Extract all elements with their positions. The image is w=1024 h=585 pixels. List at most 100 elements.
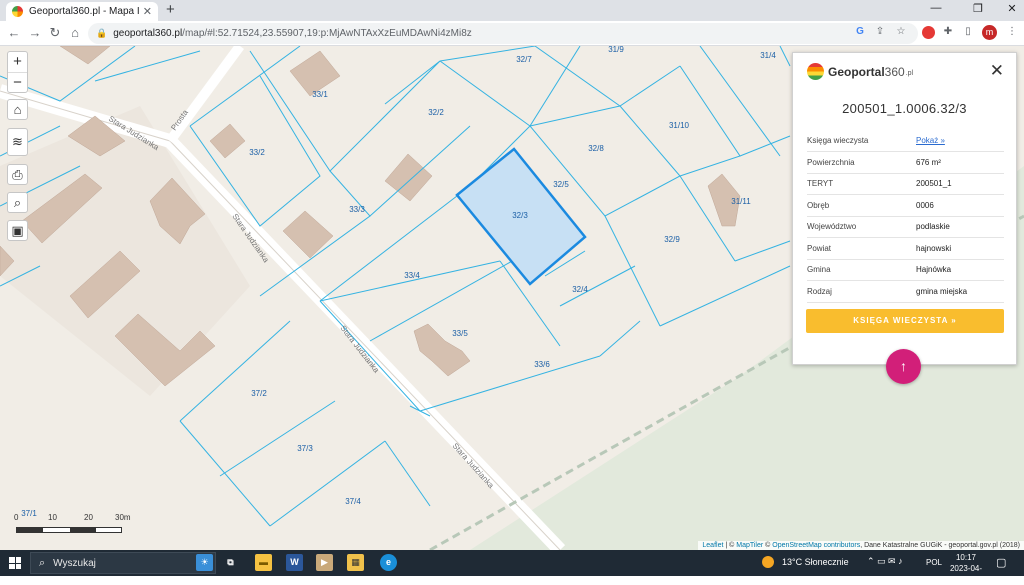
store-app-icon[interactable]: ▦: [347, 554, 364, 571]
parcel-info-panel: Geoportal 360 .pl ✕ 200501_1.0006.32/3 Ksi…: [792, 52, 1017, 365]
scale-label: 20: [84, 513, 93, 522]
parcel-label: 33/4: [404, 271, 420, 280]
fullscreen-icon: ▣: [11, 223, 24, 238]
google-translate-icon[interactable]: G: [852, 24, 868, 40]
parcel-label: 33/1: [312, 90, 328, 99]
layers-button[interactable]: ≋: [7, 128, 28, 156]
clock-date: 2023-04-20: [949, 564, 983, 584]
parcel-label: 37/2: [251, 389, 267, 398]
parcel-label: 37/4: [345, 497, 361, 506]
bookmark-star-icon[interactable]: ☆: [893, 24, 909, 40]
parcel-label: 32/3: [512, 211, 528, 220]
attr-label: TERYT: [807, 173, 916, 195]
parcel-label: 32/5: [553, 180, 569, 189]
table-row: Księga wieczysta Pokaż »: [807, 130, 1004, 152]
scale-label: 10: [48, 513, 57, 522]
land-register-link[interactable]: Pokaż »: [916, 136, 945, 145]
edge-icon[interactable]: e: [380, 554, 397, 571]
attr-value: 200501_1: [916, 173, 1004, 195]
land-register-button[interactable]: KSIĘGA WIECZYSTA »: [806, 309, 1004, 333]
maptiler-link[interactable]: MapTiler: [736, 542, 763, 549]
yard-area: [0, 106, 250, 396]
parcel-label: 33/6: [534, 360, 550, 369]
profile-avatar[interactable]: m: [982, 25, 997, 40]
windows-taskbar: ⌕ Wyszukaj ☀ ⧉ ▬ W ▶ ▦ e 13°C Słonecznie…: [0, 550, 1024, 584]
weather-text: 13°C Słonecznie: [782, 557, 849, 567]
share-icon[interactable]: ⇪: [872, 24, 888, 40]
table-row: TERYT 200501_1: [807, 173, 1004, 195]
forward-icon[interactable]: →: [27, 25, 43, 41]
table-row: Obręb 0006: [807, 194, 1004, 217]
parcel-id-heading: 200501_1.0006.32/3: [842, 101, 967, 116]
attr-label: Powierzchnia: [807, 151, 916, 174]
parcel-label: 33/5: [452, 329, 468, 338]
fullscreen-button[interactable]: ▣: [7, 220, 28, 241]
scale-graphic: [16, 527, 122, 533]
url-path: /map/#l:52.71524,23.55907,19:p:MjAwNTAxX…: [182, 28, 472, 39]
attr-label: Obręb: [807, 194, 916, 217]
home-icon[interactable]: ⌂: [67, 25, 83, 41]
search-icon: ⌕: [39, 556, 46, 569]
zoom-out-button[interactable]: −: [8, 72, 27, 92]
attr-label: Gmina: [807, 259, 916, 281]
taskbar-clock[interactable]: 10:17 2023-04-20: [946, 552, 986, 585]
taskbar-search[interactable]: ⌕ Wyszukaj: [30, 552, 216, 574]
notification-icon[interactable]: ▢: [996, 556, 1006, 569]
browser-tab[interactable]: Geoportal360.pl - Mapa Interakt ✕: [6, 2, 158, 21]
opera-extension-icon[interactable]: [922, 26, 935, 39]
tab-close-icon[interactable]: ✕: [143, 5, 152, 18]
windows-start-icon[interactable]: [9, 557, 21, 569]
zoom-in-button[interactable]: +: [8, 52, 27, 72]
attr-value: gmina miejska: [916, 280, 1004, 303]
sun-icon: [762, 556, 774, 568]
taskbar-widget-icon[interactable]: ☀: [196, 554, 213, 571]
parcel-label: 31/4: [760, 51, 776, 60]
parcel-label: 31/11: [731, 197, 751, 206]
attr-value: 676 m²: [916, 151, 1004, 174]
system-tray-icons[interactable]: ⌃ ▭ ✉ ♪: [867, 556, 903, 567]
minimize-icon[interactable]: —: [926, 2, 946, 14]
table-row: Rodzaj gmina miejska: [807, 280, 1004, 303]
parcel-attributes-table: Księga wieczysta Pokaż » Powierzchnia 676 …: [807, 130, 1004, 303]
tab-title: Geoportal360.pl - Mapa Interakt: [29, 6, 139, 17]
table-row: Gmina Hajnówka: [807, 259, 1004, 281]
menu-kebab-icon[interactable]: ⋮: [1004, 24, 1020, 40]
window-close-icon[interactable]: ✕: [1002, 2, 1022, 15]
browser-tabbar: Geoportal360.pl - Mapa Interakt ✕ + — ❐ …: [0, 0, 1024, 21]
printer-icon: ⎙: [12, 167, 23, 182]
restore-icon[interactable]: ❐: [968, 2, 988, 15]
close-panel-icon[interactable]: ✕: [990, 61, 1004, 81]
scale-bar: 0 10 20 30m: [14, 513, 154, 543]
table-row: Powierzchnia 676 m²: [807, 151, 1004, 174]
file-explorer-icon[interactable]: ▬: [255, 554, 272, 571]
geoportal-logo-icon: [807, 63, 824, 80]
browser-toolbar: ← → ↻ ⌂ 🔒 geoportal360.pl /map/#l:52.715…: [0, 21, 1024, 46]
search-button[interactable]: ⌕: [7, 192, 28, 213]
leaflet-link[interactable]: Leaflet: [702, 542, 723, 549]
new-tab-button[interactable]: +: [166, 2, 175, 18]
language-indicator[interactable]: POL: [926, 558, 942, 567]
table-row: Województwo podlaskie: [807, 216, 1004, 238]
geoportal-logo[interactable]: Geoportal 360 .pl: [807, 63, 913, 80]
print-button[interactable]: ⎙: [7, 164, 28, 185]
search-placeholder: Wyszukaj: [53, 557, 96, 569]
parcel-label: 32/4: [572, 285, 588, 294]
attr-value: Hajnówka: [916, 259, 1004, 281]
home-view-button[interactable]: ⌂: [7, 99, 28, 120]
side-panel-icon[interactable]: ▯: [960, 24, 976, 40]
address-bar[interactable]: 🔒 geoportal360.pl /map/#l:52.71524,23.55…: [88, 23, 918, 44]
task-view-icon[interactable]: ⧉: [222, 554, 239, 571]
back-icon[interactable]: ←: [6, 25, 22, 41]
scale-label: 30m: [115, 513, 131, 522]
extensions-puzzle-icon[interactable]: ✚: [940, 24, 956, 40]
map-attribution: Leaflet | © MapTiler © OpenStreetMap con…: [698, 541, 1024, 550]
reload-icon[interactable]: ↻: [47, 25, 63, 41]
photos-icon[interactable]: ▶: [316, 554, 333, 571]
weather-widget[interactable]: 13°C Słonecznie: [762, 556, 849, 568]
parcel-label: 33/3: [349, 205, 365, 214]
url-domain: geoportal360.pl: [113, 28, 183, 39]
osm-link[interactable]: OpenStreetMap contributors: [772, 542, 860, 549]
parcel-label: 32/9: [664, 235, 680, 244]
scroll-up-button[interactable]: ↑: [886, 349, 921, 384]
word-icon[interactable]: W: [286, 554, 303, 571]
